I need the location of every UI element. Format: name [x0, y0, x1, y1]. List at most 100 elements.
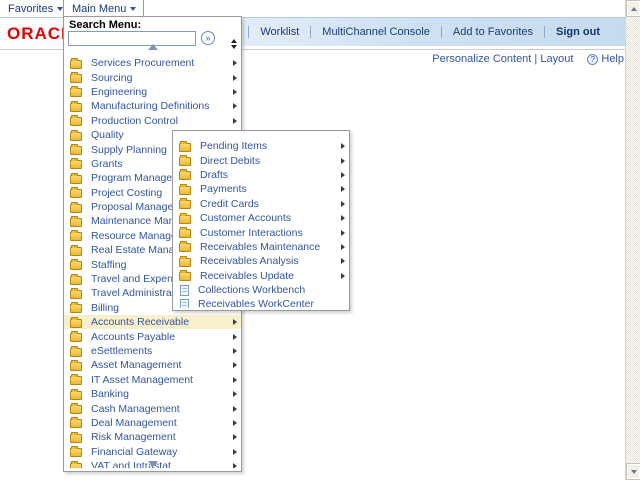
menu-resize-handle[interactable]: [230, 39, 237, 49]
submenu-arrow-icon: [233, 391, 237, 397]
submenu-item-label: Drafts: [200, 169, 228, 181]
scroll-up-icon: [148, 44, 158, 50]
submenu-item-payments[interactable]: Payments: [173, 182, 349, 196]
folder-icon: [70, 391, 82, 400]
peoplesoft-window: { "window": { "logo": "ORACLE", "tabs": …: [0, 0, 640, 480]
menu-item-cash-management[interactable]: Cash Management: [64, 401, 241, 415]
menu-item-esettlements[interactable]: eSettlements: [64, 344, 241, 358]
menu-item-production-control[interactable]: Production Control: [64, 114, 241, 128]
menu-item-label: Project Costing: [91, 187, 162, 199]
vertical-scrollbar[interactable]: [625, 0, 640, 480]
menu-item-label: VAT and Intrastat: [91, 460, 171, 468]
menu-item-services-procurement[interactable]: Services Procurement: [64, 56, 241, 70]
submenu-item-label: Customer Interactions: [200, 227, 303, 239]
submenu-arrow-icon: [233, 406, 237, 412]
scrollbar-up-button[interactable]: [627, 1, 640, 16]
folder-icon: [70, 218, 82, 227]
menu-item-label: Deal Management: [91, 417, 177, 429]
folder-icon: [70, 376, 82, 385]
menu-item-label: Asset Management: [91, 359, 181, 371]
main-menu-button[interactable]: Main Menu: [63, 0, 144, 17]
submenu-item-label: Credit Cards: [200, 198, 259, 210]
menu-item-label: Services Procurement: [91, 57, 194, 69]
submenu-item-receivables-maintenance[interactable]: Receivables Maintenance: [173, 240, 349, 254]
folder-icon: [70, 333, 82, 342]
layout-link[interactable]: Layout: [540, 53, 573, 65]
submenu-item-label: Direct Debits: [200, 155, 260, 167]
menu-item-manufacturing-definitions[interactable]: Manufacturing Definitions: [64, 99, 241, 113]
folder-icon: [179, 243, 191, 252]
submenu-arrow-icon: [341, 143, 345, 149]
menu-item-banking[interactable]: Banking: [64, 387, 241, 401]
menu-item-asset-management[interactable]: Asset Management: [64, 358, 241, 372]
folder-icon: [70, 103, 82, 112]
menu-item-label: Cash Management: [91, 403, 180, 415]
menu-item-accounts-payable[interactable]: Accounts Payable: [64, 329, 241, 343]
nav-link-worklist[interactable]: Worklist: [248, 26, 310, 38]
submenu-arrow-icon: [233, 348, 237, 354]
submenu-item-label: Collections Workbench: [198, 284, 305, 296]
search-go-button[interactable]: »: [201, 31, 215, 45]
submenu-arrow-icon: [341, 244, 345, 250]
submenu-arrow-icon: [341, 273, 345, 279]
submenu-arrow-icon: [341, 172, 345, 178]
nav-link-multichannel-console[interactable]: MultiChannel Console: [310, 26, 441, 38]
nav-link-add-to-favorites[interactable]: Add to Favorites: [441, 26, 544, 38]
menu-item-label: Accounts Receivable: [91, 316, 189, 328]
main-menu-label: Main Menu: [72, 3, 126, 15]
submenu-arrow-icon: [341, 215, 345, 221]
submenu-item-label: Receivables Analysis: [200, 255, 299, 267]
submenu-arrow-icon: [233, 319, 237, 325]
submenu-item-direct-debits[interactable]: Direct Debits: [173, 153, 349, 167]
submenu-arrow-icon: [233, 377, 237, 383]
menu-item-it-asset-management[interactable]: IT Asset Management: [64, 373, 241, 387]
favorites-menu-button[interactable]: Favorites: [0, 0, 72, 17]
document-icon: [180, 285, 189, 296]
submenu-arrow-icon: [233, 118, 237, 124]
menu-item-label: Banking: [91, 388, 129, 400]
menu-item-accounts-receivable[interactable]: Accounts Receivable: [64, 315, 241, 329]
menu-item-engineering[interactable]: Engineering: [64, 85, 241, 99]
folder-icon: [179, 157, 191, 166]
submenu-item-credit-cards[interactable]: Credit Cards: [173, 197, 349, 211]
nav-link-sign-out[interactable]: Sign out: [544, 26, 611, 38]
personalize-content-link[interactable]: Personalize Content: [432, 53, 531, 65]
folder-icon: [179, 143, 191, 152]
menu-item-label: Quality: [91, 129, 124, 141]
submenu-item-customer-interactions[interactable]: Customer Interactions: [173, 225, 349, 239]
submenu-arrow-icon: [341, 258, 345, 264]
menu-item-sourcing[interactable]: Sourcing: [64, 70, 241, 84]
document-icon: [180, 299, 189, 308]
menu-search-input[interactable]: [68, 31, 196, 46]
menu-item-label: Grants: [91, 158, 123, 170]
submenu-item-customer-accounts[interactable]: Customer Accounts: [173, 211, 349, 225]
submenu-item-drafts[interactable]: Drafts: [173, 168, 349, 182]
menu-scroll-down-button[interactable]: [148, 461, 158, 467]
submenu-item-receivables-workcenter[interactable]: Receivables WorkCenter: [173, 297, 349, 308]
submenu-item-receivables-update[interactable]: Receivables Update: [173, 269, 349, 283]
folder-icon: [70, 204, 82, 213]
accounts-receivable-submenu: Pending Items Direct Debits DraftsPayments…: [172, 130, 350, 311]
folder-icon: [70, 362, 82, 371]
submenu-list: Pending Items Direct Debits DraftsPayments…: [173, 139, 349, 308]
folder-icon: [70, 146, 82, 155]
menu-scroll-up-button[interactable]: [148, 44, 158, 50]
submenu-item-pending-items[interactable]: Pending Items: [173, 139, 349, 153]
scrollbar-up-icon: [631, 7, 637, 11]
folder-icon: [179, 258, 191, 267]
personalize-links: Personalize Content | Layout: [432, 53, 573, 65]
menu-item-deal-management[interactable]: Deal Management: [64, 416, 241, 430]
submenu-arrow-icon: [233, 449, 237, 455]
folder-icon: [179, 171, 191, 180]
help-link[interactable]: ? Help: [587, 53, 624, 65]
menu-item-label: Accounts Payable: [91, 331, 175, 343]
submenu-item-label: Pending Items: [200, 140, 267, 152]
menu-item-risk-management[interactable]: Risk Management: [64, 430, 241, 444]
folder-icon: [70, 247, 82, 256]
menu-item-financial-gateway[interactable]: Financial Gateway: [64, 445, 241, 459]
submenu-item-collections-workbench[interactable]: Collections Workbench: [173, 283, 349, 297]
submenu-item-receivables-analysis[interactable]: Receivables Analysis: [173, 254, 349, 268]
scrollbar-down-button[interactable]: [627, 464, 640, 479]
folder-icon: [70, 74, 82, 83]
folder-icon: [179, 186, 191, 195]
